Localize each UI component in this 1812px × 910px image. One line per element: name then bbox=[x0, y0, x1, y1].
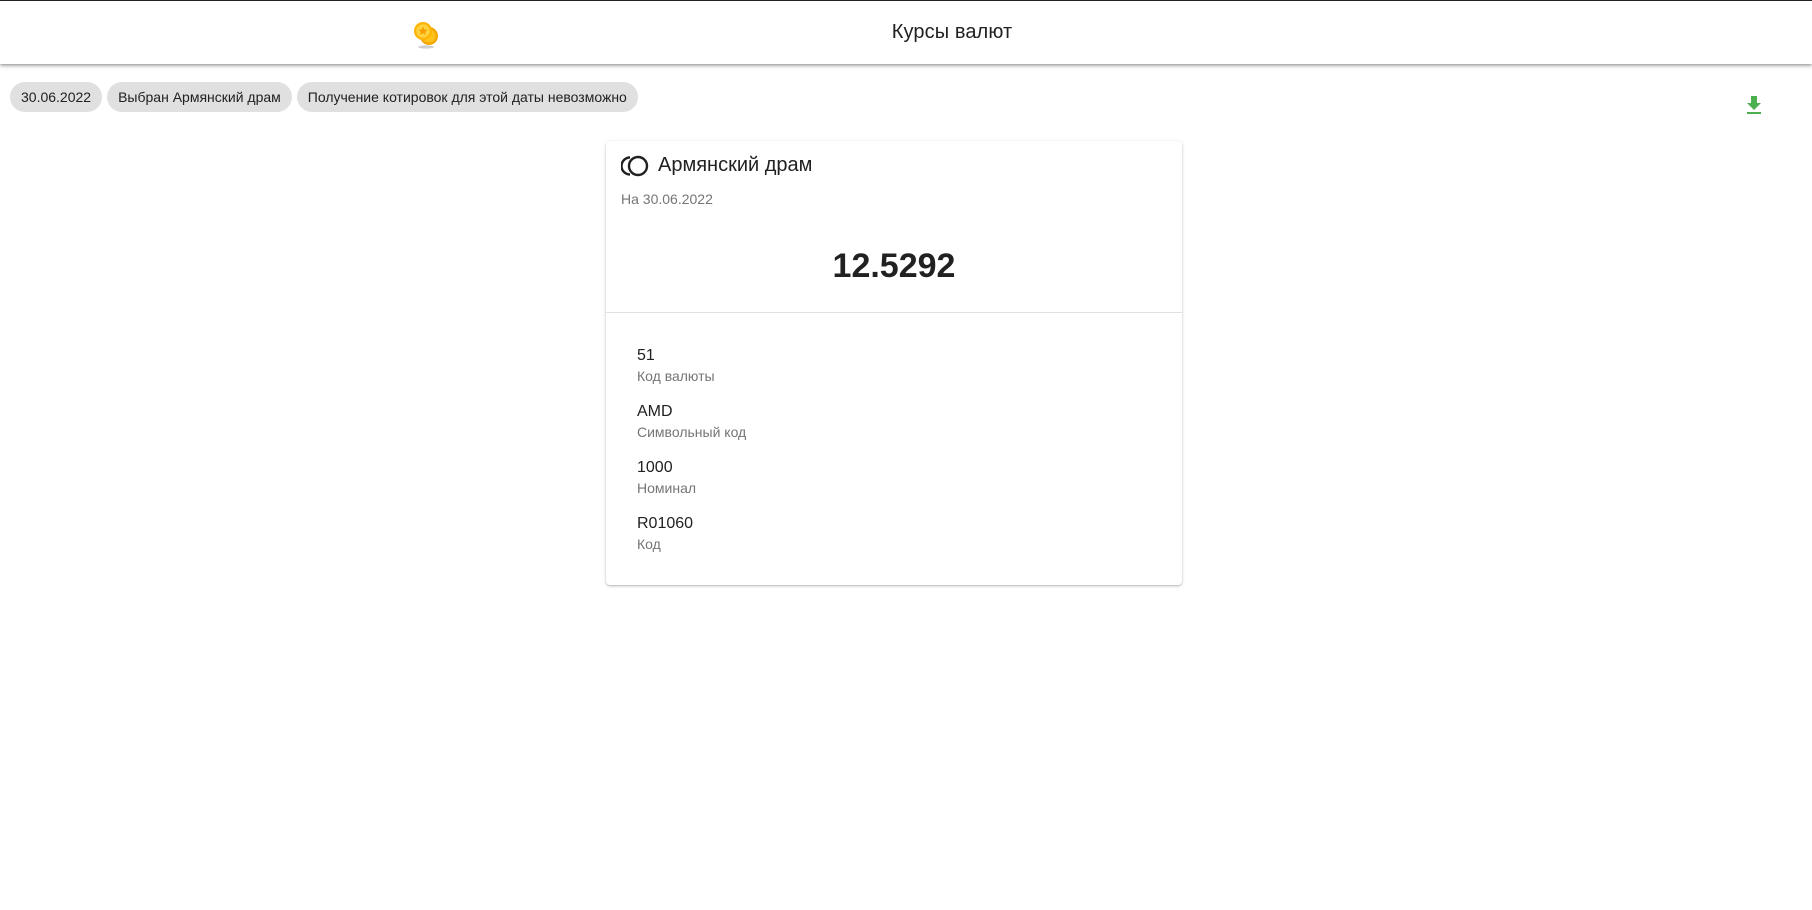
list-item: 1000 Номинал bbox=[637, 458, 746, 514]
rate-date: На 30.06.2022 bbox=[621, 191, 713, 207]
status-chip[interactable]: Получение котировок для этой даты невозм… bbox=[296, 82, 638, 112]
detail-value: 1000 bbox=[637, 459, 673, 476]
list-item: 51 Код валюты bbox=[637, 346, 746, 402]
card-header: Армянский драм bbox=[620, 154, 813, 177]
exchange-rate: 12.5292 bbox=[832, 247, 956, 285]
download-button[interactable] bbox=[1738, 89, 1770, 121]
page-title: Курсы валют bbox=[891, 21, 1013, 43]
date-chip[interactable]: 30.06.2022 bbox=[10, 82, 103, 112]
detail-value: AMD bbox=[637, 403, 673, 420]
detail-value: R01060 bbox=[637, 515, 694, 532]
detail-label: Символьный код bbox=[637, 424, 747, 440]
detail-value: 51 bbox=[637, 347, 655, 364]
currency-name: Армянский драм bbox=[658, 154, 813, 176]
selected-currency-chip[interactable]: Выбран Армянский драм bbox=[107, 82, 292, 112]
app-bar: Курсы валют bbox=[0, 0, 1812, 64]
detail-label: Код bbox=[637, 536, 661, 552]
detail-label: Номинал bbox=[637, 480, 697, 496]
detail-label: Код валюты bbox=[637, 368, 715, 384]
currency-card: Армянский драм На 30.06.2022 12.5292 51 … bbox=[606, 141, 1182, 585]
filter-chips: 30.06.2022 Выбран Армянский драм Получен… bbox=[10, 82, 638, 112]
coins-outline-icon bbox=[620, 155, 651, 177]
currency-details: 51 Код валюты AMD Символьный код 1000 Но… bbox=[637, 346, 746, 570]
list-item: AMD Символьный код bbox=[637, 402, 746, 458]
download-icon bbox=[1747, 96, 1761, 114]
divider bbox=[606, 312, 1182, 313]
list-item: R01060 Код bbox=[637, 514, 746, 570]
